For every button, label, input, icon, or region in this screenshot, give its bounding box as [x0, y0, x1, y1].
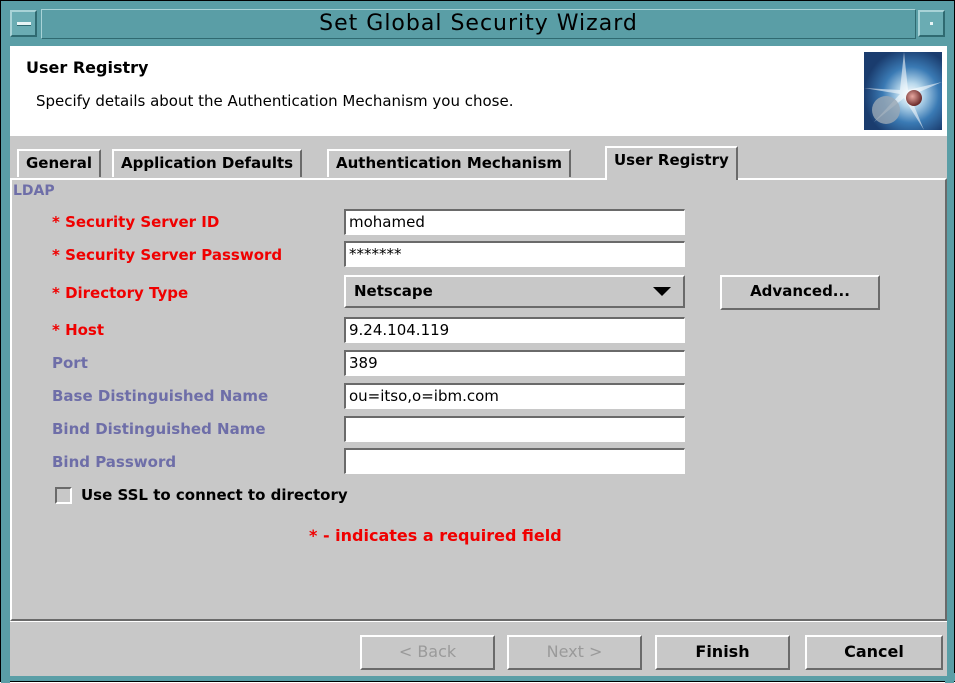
tab-authentication-mechanism[interactable]: Authentication Mechanism — [327, 149, 572, 177]
ldap-group-label: LDAP — [13, 183, 55, 199]
server-id-field[interactable]: mohamed — [344, 209, 685, 235]
server-id-label: * Security Server ID — [52, 213, 220, 231]
title-bar[interactable]: Set Global Security Wizard — [1, 1, 954, 46]
tab-user-registry[interactable]: User Registry — [605, 146, 738, 180]
directory-type-label: * Directory Type — [52, 284, 189, 302]
minimize-icon — [930, 22, 933, 25]
finish-button[interactable]: Finish — [655, 635, 790, 670]
port-field[interactable]: 389 — [344, 350, 685, 376]
ssl-checkbox[interactable] — [55, 487, 72, 504]
port-label: Port — [52, 354, 88, 372]
base-dn-label: Base Distinguished Name — [52, 387, 269, 405]
page-title: User Registry — [26, 58, 149, 77]
base-dn-field[interactable]: ou=itso,o=ibm.com — [344, 383, 685, 409]
server-password-label: * Security Server Password — [52, 246, 283, 264]
window-title: Set Global Security Wizard — [41, 9, 916, 39]
wizard-header: User Registry Specify details about the … — [10, 46, 947, 136]
bind-password-field[interactable] — [344, 448, 685, 474]
tab-application-defaults[interactable]: Application Defaults — [112, 149, 303, 177]
wizard-window: Set Global Security Wizard User Registry… — [0, 0, 955, 683]
page-description: Specify details about the Authentication… — [36, 92, 514, 110]
menu-icon — [17, 22, 31, 26]
back-button[interactable]: < Back — [360, 635, 495, 670]
directory-type-dropdown[interactable]: Netscape — [344, 275, 685, 308]
bind-password-label: Bind Password — [52, 453, 177, 471]
directory-type-value: Netscape — [354, 282, 433, 300]
host-field[interactable]: 9.24.104.119 — [344, 317, 685, 343]
required-field-note: * - indicates a required field — [309, 526, 562, 545]
cancel-button[interactable]: Cancel — [805, 635, 943, 670]
globe-graphic-icon — [864, 52, 942, 130]
window-frame-left[interactable] — [1, 1, 10, 683]
user-registry-panel: LDAP * Security Server ID mohamed * Secu… — [10, 178, 947, 621]
bind-dn-field[interactable] — [344, 416, 685, 442]
minimize-button[interactable] — [918, 10, 945, 37]
wizard-footer: < Back Next > Finish Cancel — [10, 621, 947, 676]
bind-dn-label: Bind Distinguished Name — [52, 420, 266, 438]
tab-strip: General Application Defaults Authenticat… — [10, 136, 947, 180]
server-password-field[interactable]: ******* — [344, 241, 685, 267]
dropdown-arrow-icon — [653, 287, 671, 296]
window-menu-button[interactable] — [10, 10, 37, 37]
next-button[interactable]: Next > — [507, 635, 642, 670]
advanced-button[interactable]: Advanced... — [720, 275, 880, 310]
tab-general[interactable]: General — [17, 149, 101, 177]
host-label: * Host — [52, 321, 105, 339]
ssl-checkbox-label[interactable]: Use SSL to connect to directory — [81, 486, 348, 504]
